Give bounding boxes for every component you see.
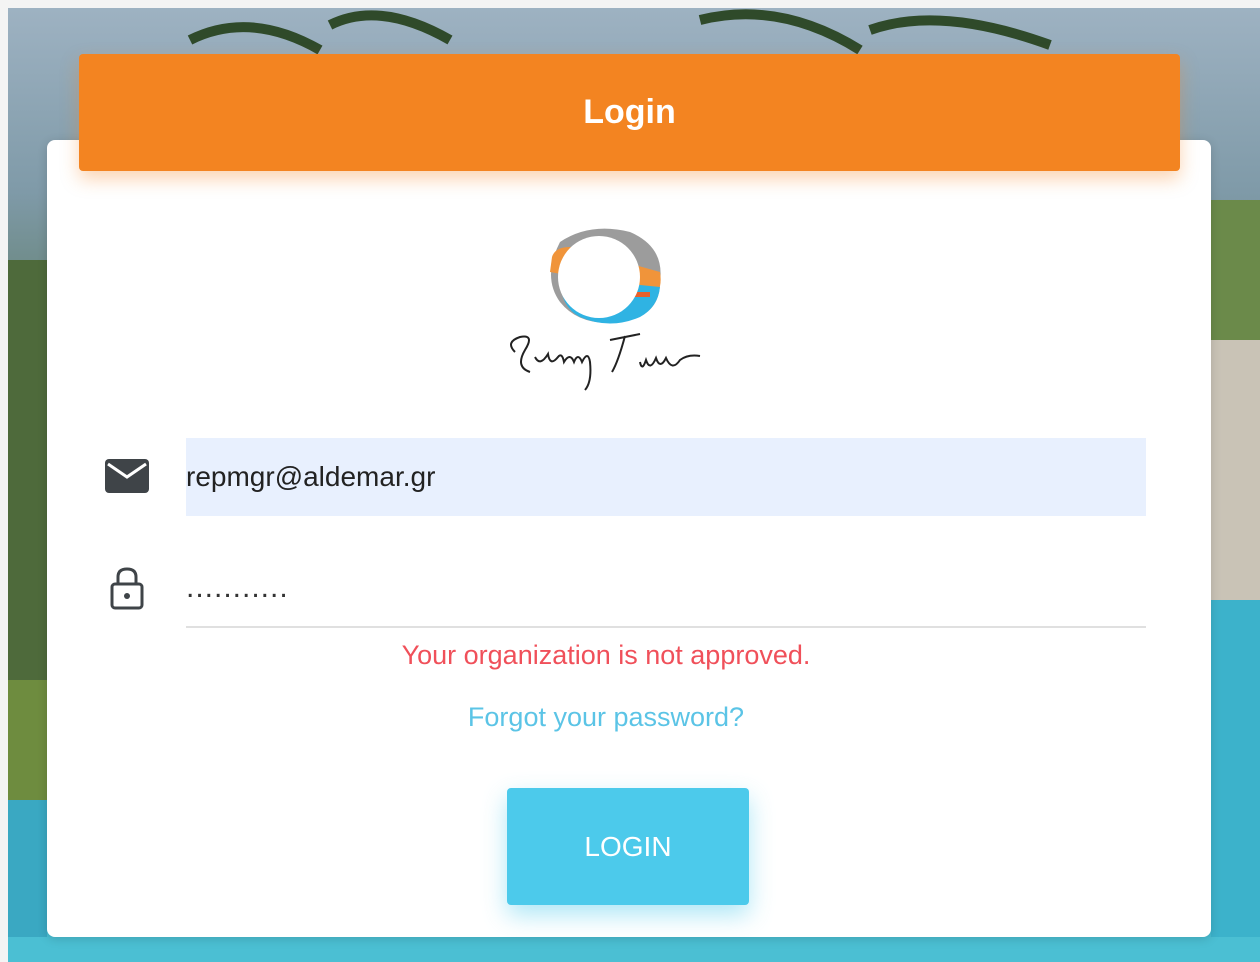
forgot-password-link[interactable]: Forgot your password?: [186, 702, 1026, 733]
login-header: Login: [79, 54, 1180, 171]
password-field[interactable]: [186, 550, 1146, 628]
login-button[interactable]: LOGIN: [507, 788, 749, 905]
page-title: Login: [583, 93, 676, 131]
mail-icon: [105, 454, 149, 498]
lock-icon: [105, 566, 149, 610]
email-field[interactable]: [186, 438, 1146, 516]
sunny-time-logo: [500, 222, 715, 397]
error-message: Your organization is not approved.: [401, 640, 811, 670]
